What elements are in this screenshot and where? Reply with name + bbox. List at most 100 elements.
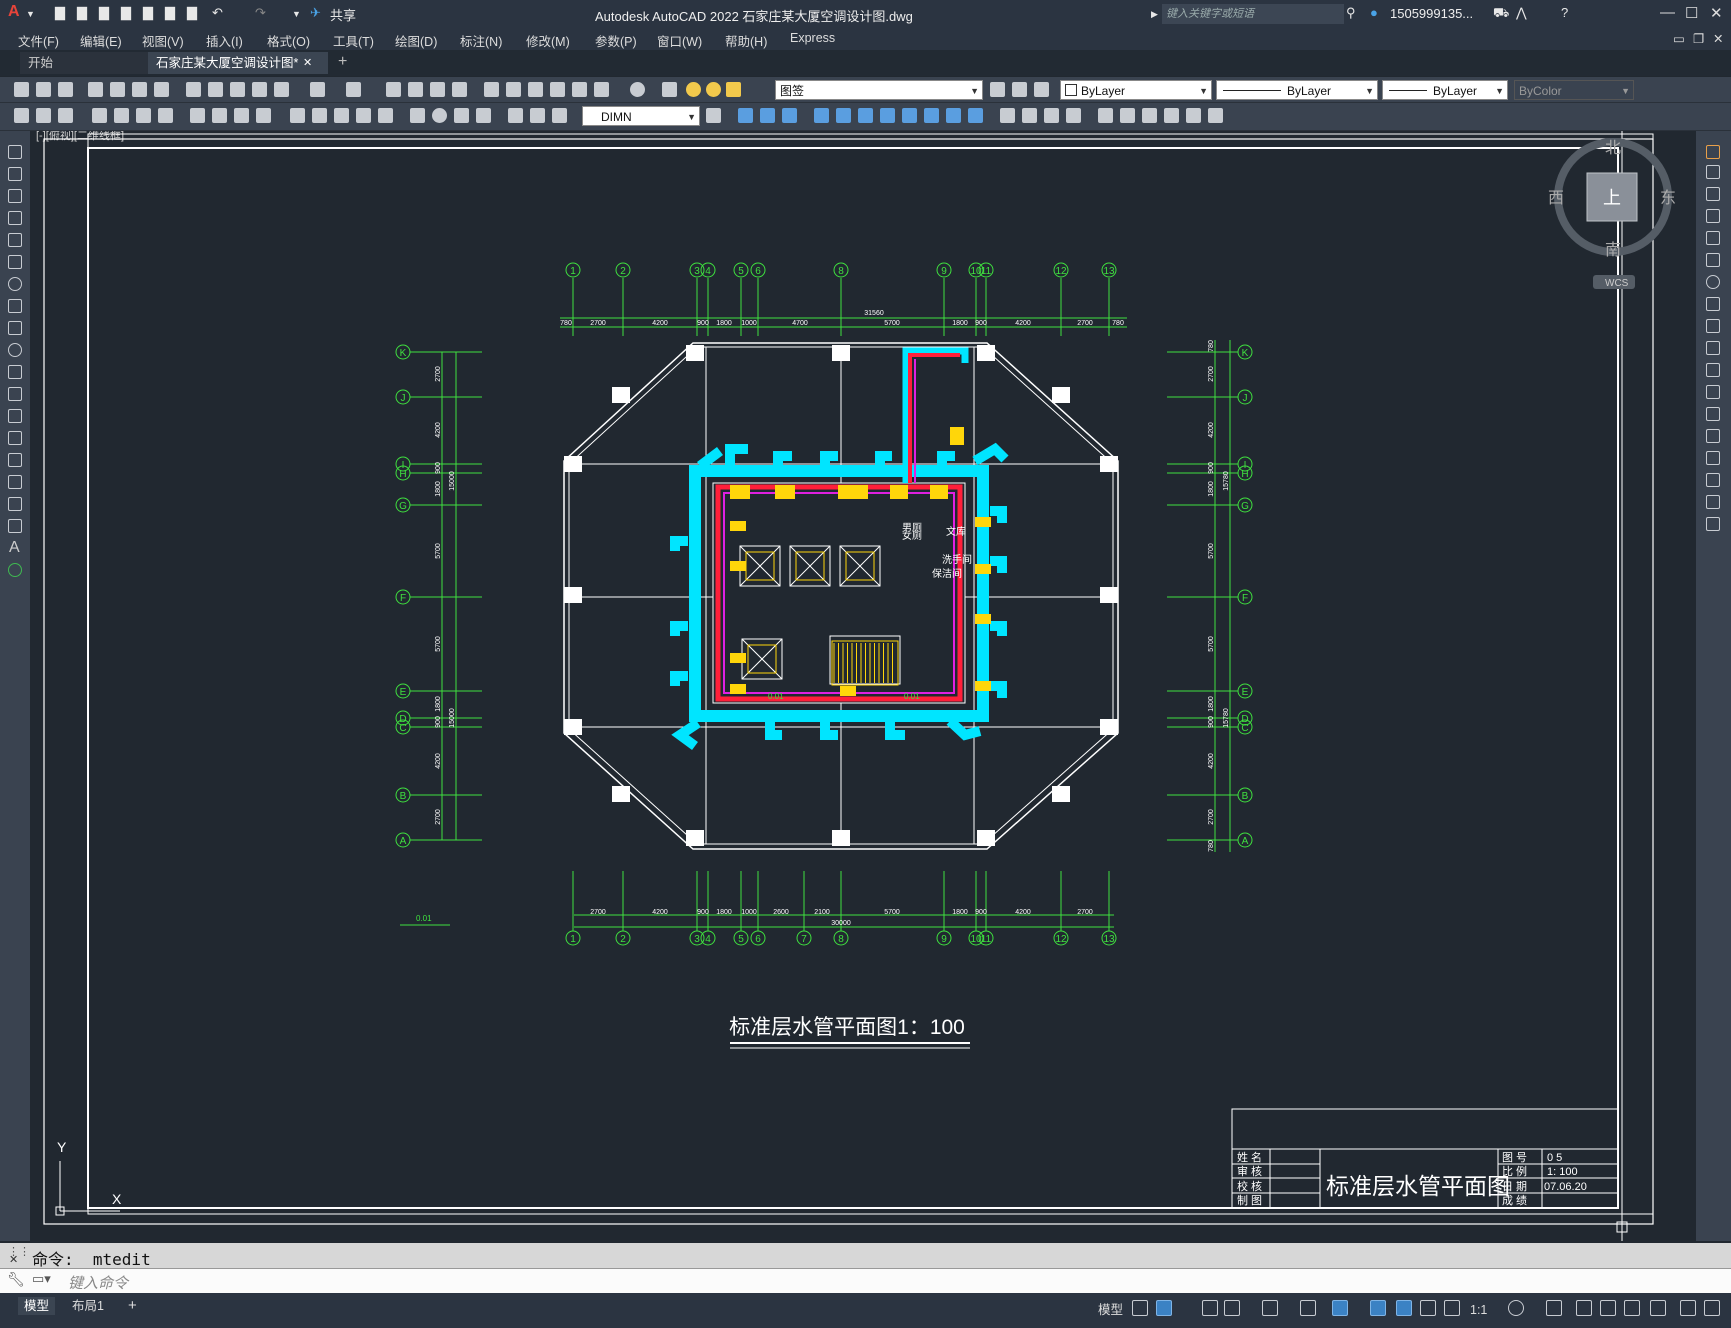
menu-parametric[interactable]: 参数(P) bbox=[595, 31, 637, 50]
help-icon[interactable]: ? bbox=[1561, 5, 1568, 20]
app-menu-chevron-icon[interactable]: ▼ bbox=[26, 9, 35, 19]
offset-icon[interactable] bbox=[1706, 209, 1720, 223]
dimension-edit-icon[interactable] bbox=[508, 108, 523, 123]
chamfer-icon[interactable] bbox=[1706, 451, 1720, 465]
publish-icon[interactable] bbox=[132, 82, 147, 97]
trim-icon[interactable] bbox=[946, 108, 961, 123]
move-icon[interactable] bbox=[858, 108, 873, 123]
viewcube[interactable]: 上 北 南 东 西 WCS bbox=[1548, 138, 1676, 289]
center-mark-icon[interactable] bbox=[432, 108, 447, 123]
isolate-objects-icon[interactable] bbox=[1650, 1300, 1666, 1316]
search-input[interactable]: 键入关键字或短语 bbox=[1162, 4, 1344, 24]
menu-format[interactable]: 格式(O) bbox=[267, 31, 310, 50]
grid-icon[interactable] bbox=[1132, 1300, 1148, 1316]
plot-icon[interactable] bbox=[88, 82, 103, 97]
block-editor-icon[interactable] bbox=[274, 82, 289, 97]
add-layout-button[interactable]: + bbox=[122, 1297, 143, 1315]
break-icon[interactable] bbox=[1000, 108, 1015, 123]
help-icon[interactable] bbox=[630, 82, 645, 97]
table-icon[interactable] bbox=[8, 519, 22, 533]
layer-thaw-sun-icon[interactable] bbox=[706, 82, 721, 97]
recent-commands-icon[interactable]: ▭▾ bbox=[32, 1271, 51, 1287]
menu-help[interactable]: 帮助(H) bbox=[725, 31, 767, 50]
open-icon[interactable] bbox=[36, 82, 51, 97]
menu-file[interactable]: 文件(F) bbox=[18, 31, 59, 50]
dimension-update-icon[interactable] bbox=[552, 108, 567, 123]
menu-modify[interactable]: 修改(M) bbox=[526, 31, 570, 50]
ellipse-icon[interactable] bbox=[8, 343, 22, 357]
tab-close-button[interactable]: ✕ bbox=[303, 52, 312, 74]
lineweight-icon[interactable] bbox=[1370, 1300, 1386, 1316]
object-snap-tracking-icon[interactable] bbox=[1300, 1300, 1316, 1316]
linear-dimension-icon[interactable] bbox=[92, 108, 107, 123]
dimension-text-edit-icon[interactable] bbox=[530, 108, 545, 123]
viewport-controls-label[interactable]: [-][俯视][二维线框] bbox=[36, 131, 124, 142]
radius-dimension-icon[interactable] bbox=[190, 108, 205, 123]
scale-icon[interactable] bbox=[1706, 297, 1720, 311]
drawing-area[interactable]: [-][俯视][二维线框] 1 2 3 4 5 6 8 9 10 11 12 13 123456789… bbox=[30, 131, 1696, 1241]
viewcube-west[interactable]: 西 bbox=[1548, 190, 1564, 207]
layer-on-bulb-icon[interactable] bbox=[686, 82, 701, 97]
rotate-icon[interactable] bbox=[1706, 275, 1720, 289]
erase-icon[interactable] bbox=[738, 108, 753, 123]
match-properties-icon[interactable] bbox=[252, 82, 267, 97]
line-icon[interactable] bbox=[8, 145, 22, 159]
region-icon[interactable] bbox=[8, 497, 22, 511]
share-icon[interactable]: ✈ bbox=[310, 5, 321, 21]
doc-minimize-button[interactable]: ▭ bbox=[1673, 31, 1685, 46]
plot-icon[interactable]: ▇ bbox=[187, 5, 197, 21]
autocad-logo-icon[interactable]: A bbox=[8, 3, 20, 21]
menu-dimension[interactable]: 标注(N) bbox=[460, 31, 502, 50]
tab-document[interactable]: 石家庄某大厦空调设计图* ✕ bbox=[148, 52, 328, 74]
minimize-button[interactable]: — bbox=[1660, 4, 1675, 21]
copy-icon[interactable] bbox=[1706, 165, 1720, 179]
customize-wrench-icon[interactable]: 🔧︎ bbox=[7, 1271, 25, 1288]
annotation-visibility-icon[interactable] bbox=[1396, 1300, 1412, 1316]
cart-icon[interactable]: ⛟ bbox=[1493, 5, 1509, 23]
doc-close-button[interactable]: ✕ bbox=[1713, 31, 1723, 46]
customization-menu-icon[interactable] bbox=[1704, 1300, 1720, 1316]
zoom-window-icon[interactable] bbox=[430, 82, 445, 97]
dimension-break-icon[interactable] bbox=[378, 108, 393, 123]
autodesk-a360-icon[interactable]: ⋀ bbox=[1516, 5, 1527, 21]
polyline-icon[interactable] bbox=[8, 189, 22, 203]
dimension-style-icon[interactable] bbox=[706, 108, 721, 123]
undo-icon[interactable]: ↶ bbox=[212, 5, 223, 21]
zoom-realtime-icon[interactable] bbox=[408, 82, 423, 97]
ordinate-dimension-icon[interactable] bbox=[158, 108, 173, 123]
angular-dimension-icon[interactable] bbox=[256, 108, 271, 123]
inspect-icon[interactable] bbox=[454, 108, 469, 123]
mirror-icon[interactable] bbox=[782, 108, 797, 123]
attribute-edit-icon[interactable] bbox=[1186, 108, 1201, 123]
blend-curves-icon[interactable] bbox=[1706, 495, 1720, 509]
arc-length-icon[interactable] bbox=[136, 108, 151, 123]
3d-print-icon[interactable] bbox=[154, 82, 169, 97]
properties-icon[interactable] bbox=[484, 82, 499, 97]
hatch-icon[interactable] bbox=[8, 453, 22, 467]
menu-tools[interactable]: 工具(T) bbox=[333, 31, 374, 50]
cut-icon[interactable] bbox=[186, 82, 201, 97]
insert-block-icon[interactable] bbox=[8, 387, 22, 401]
polygon-icon[interactable] bbox=[8, 211, 22, 225]
insert-block-icon[interactable] bbox=[36, 108, 51, 123]
text-edit-icon[interactable] bbox=[14, 108, 29, 123]
menu-draw[interactable]: 绘图(D) bbox=[395, 31, 437, 50]
undo-icon[interactable] bbox=[310, 82, 325, 97]
stretch-icon[interactable] bbox=[924, 108, 939, 123]
share-button[interactable]: 共享 bbox=[330, 5, 356, 24]
layer-properties-icon[interactable] bbox=[662, 82, 677, 97]
paste-icon[interactable] bbox=[230, 82, 245, 97]
maximize-button[interactable]: ☐ bbox=[1685, 4, 1698, 22]
tolerance-icon[interactable] bbox=[410, 108, 425, 123]
construction-line-icon[interactable] bbox=[8, 167, 22, 181]
dimension-style-dropdown[interactable]: DIMN ▼ bbox=[582, 106, 700, 126]
explode-icon[interactable] bbox=[1706, 517, 1720, 531]
diameter-dimension-icon[interactable] bbox=[234, 108, 249, 123]
search-expand-icon[interactable]: ▶ bbox=[1151, 9, 1158, 20]
open-from-web-icon[interactable]: ▇ bbox=[143, 5, 153, 21]
layer-dropdown[interactable]: 图签 ▼ bbox=[775, 80, 983, 100]
plotstyle-dropdown[interactable]: ByColor ▼ bbox=[1514, 80, 1634, 100]
tab-model[interactable]: 模型 bbox=[18, 1297, 56, 1315]
clean-screen-icon[interactable] bbox=[1680, 1300, 1696, 1316]
save-to-web-icon[interactable]: ▇ bbox=[165, 5, 175, 21]
